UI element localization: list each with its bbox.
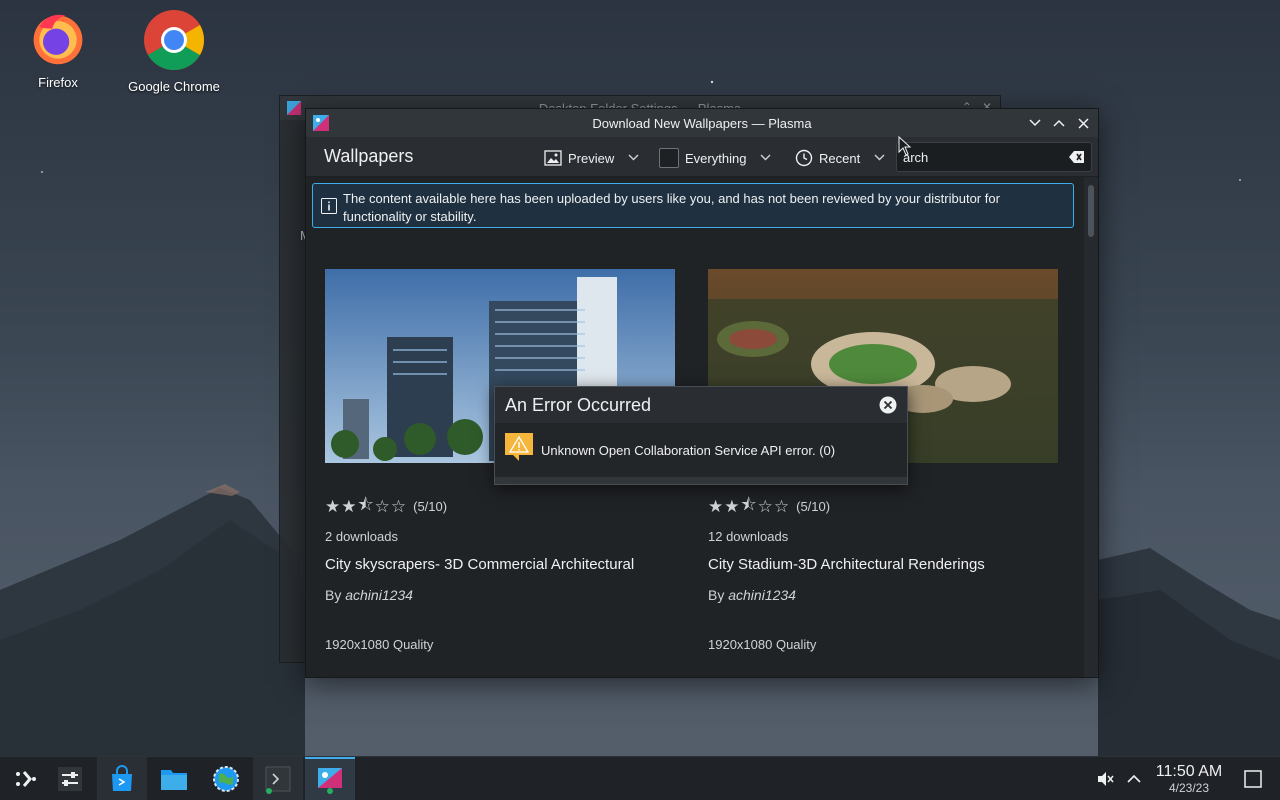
taskbar: 11:50 AM 4/23/23 [0,756,1280,800]
rating-score: (5/10) [796,499,831,514]
mouse-cursor-icon [898,136,912,156]
clock-date: 4/23/23 [1168,781,1210,795]
desktop-icon-firefox[interactable]: Firefox [3,8,113,90]
author-line: By achini1234 [708,587,1058,603]
konsole-button[interactable] [253,757,303,800]
error-dialog[interactable]: An Error Occurred Unknown Open Collabora… [494,386,908,485]
clock-icon [795,149,813,167]
download-count: 12 downloads [708,529,789,544]
star-icon: ★ [724,496,740,516]
error-dialog-title: An Error Occurred [505,394,652,415]
view-mode-dropdown[interactable]: Preview [544,146,639,170]
filter-label: Everything [685,150,747,166]
sort-dropdown[interactable]: Recent [795,146,885,170]
star-half-icon: ⯪ [740,495,757,514]
terminal-icon [265,766,291,794]
content-notice: The content available here has been uplo… [312,183,1074,228]
application-launcher[interactable] [0,757,50,800]
chevron-up-icon [1053,119,1065,127]
sliders-icon [58,767,82,791]
star-icon: ★ [708,496,724,516]
plasma-app-icon [318,768,342,794]
desktop-icon-label: Firefox [38,75,78,90]
chrome-icon [144,10,205,71]
close-icon[interactable] [879,396,897,414]
chevron-down-icon [874,153,885,164]
toolbar: Wallpapers Preview Everything Recent [306,137,1098,177]
close-icon [1077,117,1089,129]
author-prefix: By [708,587,725,603]
star-empty-icon: ☆ [757,496,773,516]
show-desktop-icon [1244,770,1262,788]
clock-time: 11:50 AM [1155,763,1223,780]
show-desktop-button[interactable] [1244,757,1262,800]
maximize-button[interactable] [1050,113,1068,133]
image-icon [544,150,562,166]
author-name[interactable]: achini1234 [345,587,413,603]
desktop-icon-google-chrome[interactable]: Google Chrome [119,8,229,94]
download-count: 2 downloads [325,529,398,544]
rating-score: (5/10) [413,499,448,514]
rating-stars: ★ ★ ⯪ ☆ ☆ (5/10) [708,492,1058,521]
quality-label: 1920x1080 Quality [708,637,817,652]
window-titlebar[interactable]: Download New Wallpapers — Plasma [306,109,1098,137]
warning-icon [505,433,533,461]
search-field[interactable] [896,142,1092,172]
desktop-icon-label: Google Chrome [128,79,220,94]
sort-label: Recent [819,150,861,166]
chevron-down-icon [628,153,639,164]
vertical-scrollbar[interactable] [1084,177,1098,677]
author-prefix: By [325,587,342,603]
task-manager-settings[interactable] [45,757,95,800]
folder-icon [161,770,187,790]
volume-muted-icon[interactable] [1096,757,1114,800]
filter-dropdown[interactable]: Everything [659,146,771,170]
scrollbar-thumb[interactable] [1088,185,1094,237]
firefox-icon [33,14,83,65]
wallpaper-name[interactable]: City skyscrapers- 3D Commercial Architec… [325,556,675,573]
chevron-up-icon[interactable] [1127,757,1141,800]
chevron-down-icon [1029,119,1041,127]
author-line: By achini1234 [325,587,675,603]
author-name[interactable]: achini1234 [728,587,796,603]
shopping-bag-icon [112,765,132,791]
view-mode-label: Preview [568,150,615,166]
error-message: Unknown Open Collaboration Service API e… [541,442,836,458]
chevron-down-icon [760,153,771,164]
rating-stars: ★ ★ ⯪ ☆ ☆ (5/10) [325,492,675,521]
star-empty-icon: ☆ [390,496,407,516]
system-settings-button[interactable] [201,757,251,800]
close-button[interactable] [1074,113,1092,133]
clear-text-icon[interactable] [1069,150,1085,164]
filter-checkbox-icon [659,148,679,168]
download-wallpapers-task[interactable] [305,757,355,800]
info-icon [321,198,337,214]
file-manager-button[interactable] [149,757,199,800]
quality-label: 1920x1080 Quality [325,637,434,652]
digital-clock[interactable]: 11:50 AM 4/23/23 [1146,763,1232,795]
notice-text: The content available here has been uplo… [343,191,1000,224]
minimize-button[interactable] [1026,113,1044,133]
star-icon: ★ [341,496,357,516]
page-title: Wallpapers [324,146,414,166]
search-input[interactable] [903,149,1063,165]
globe-gear-icon [213,766,239,792]
star-half-icon: ⯪ [357,495,374,514]
wallpaper-name[interactable]: City Stadium-3D Architectural Renderings [708,556,1058,573]
error-dialog-header: An Error Occurred [495,387,907,423]
steam-deck-logo-icon [16,771,36,787]
error-dialog-body: Unknown Open Collaboration Service API e… [495,423,907,477]
plasma-app-icon [287,101,301,115]
star-icon: ★ [325,496,341,516]
error-dialog-footer [495,477,907,484]
star-empty-icon: ☆ [773,496,790,516]
star-empty-icon: ☆ [374,496,390,516]
discover-app-button[interactable] [97,757,147,800]
window-title: Download New Wallpapers — Plasma [592,115,812,131]
plasma-app-icon [313,115,329,131]
